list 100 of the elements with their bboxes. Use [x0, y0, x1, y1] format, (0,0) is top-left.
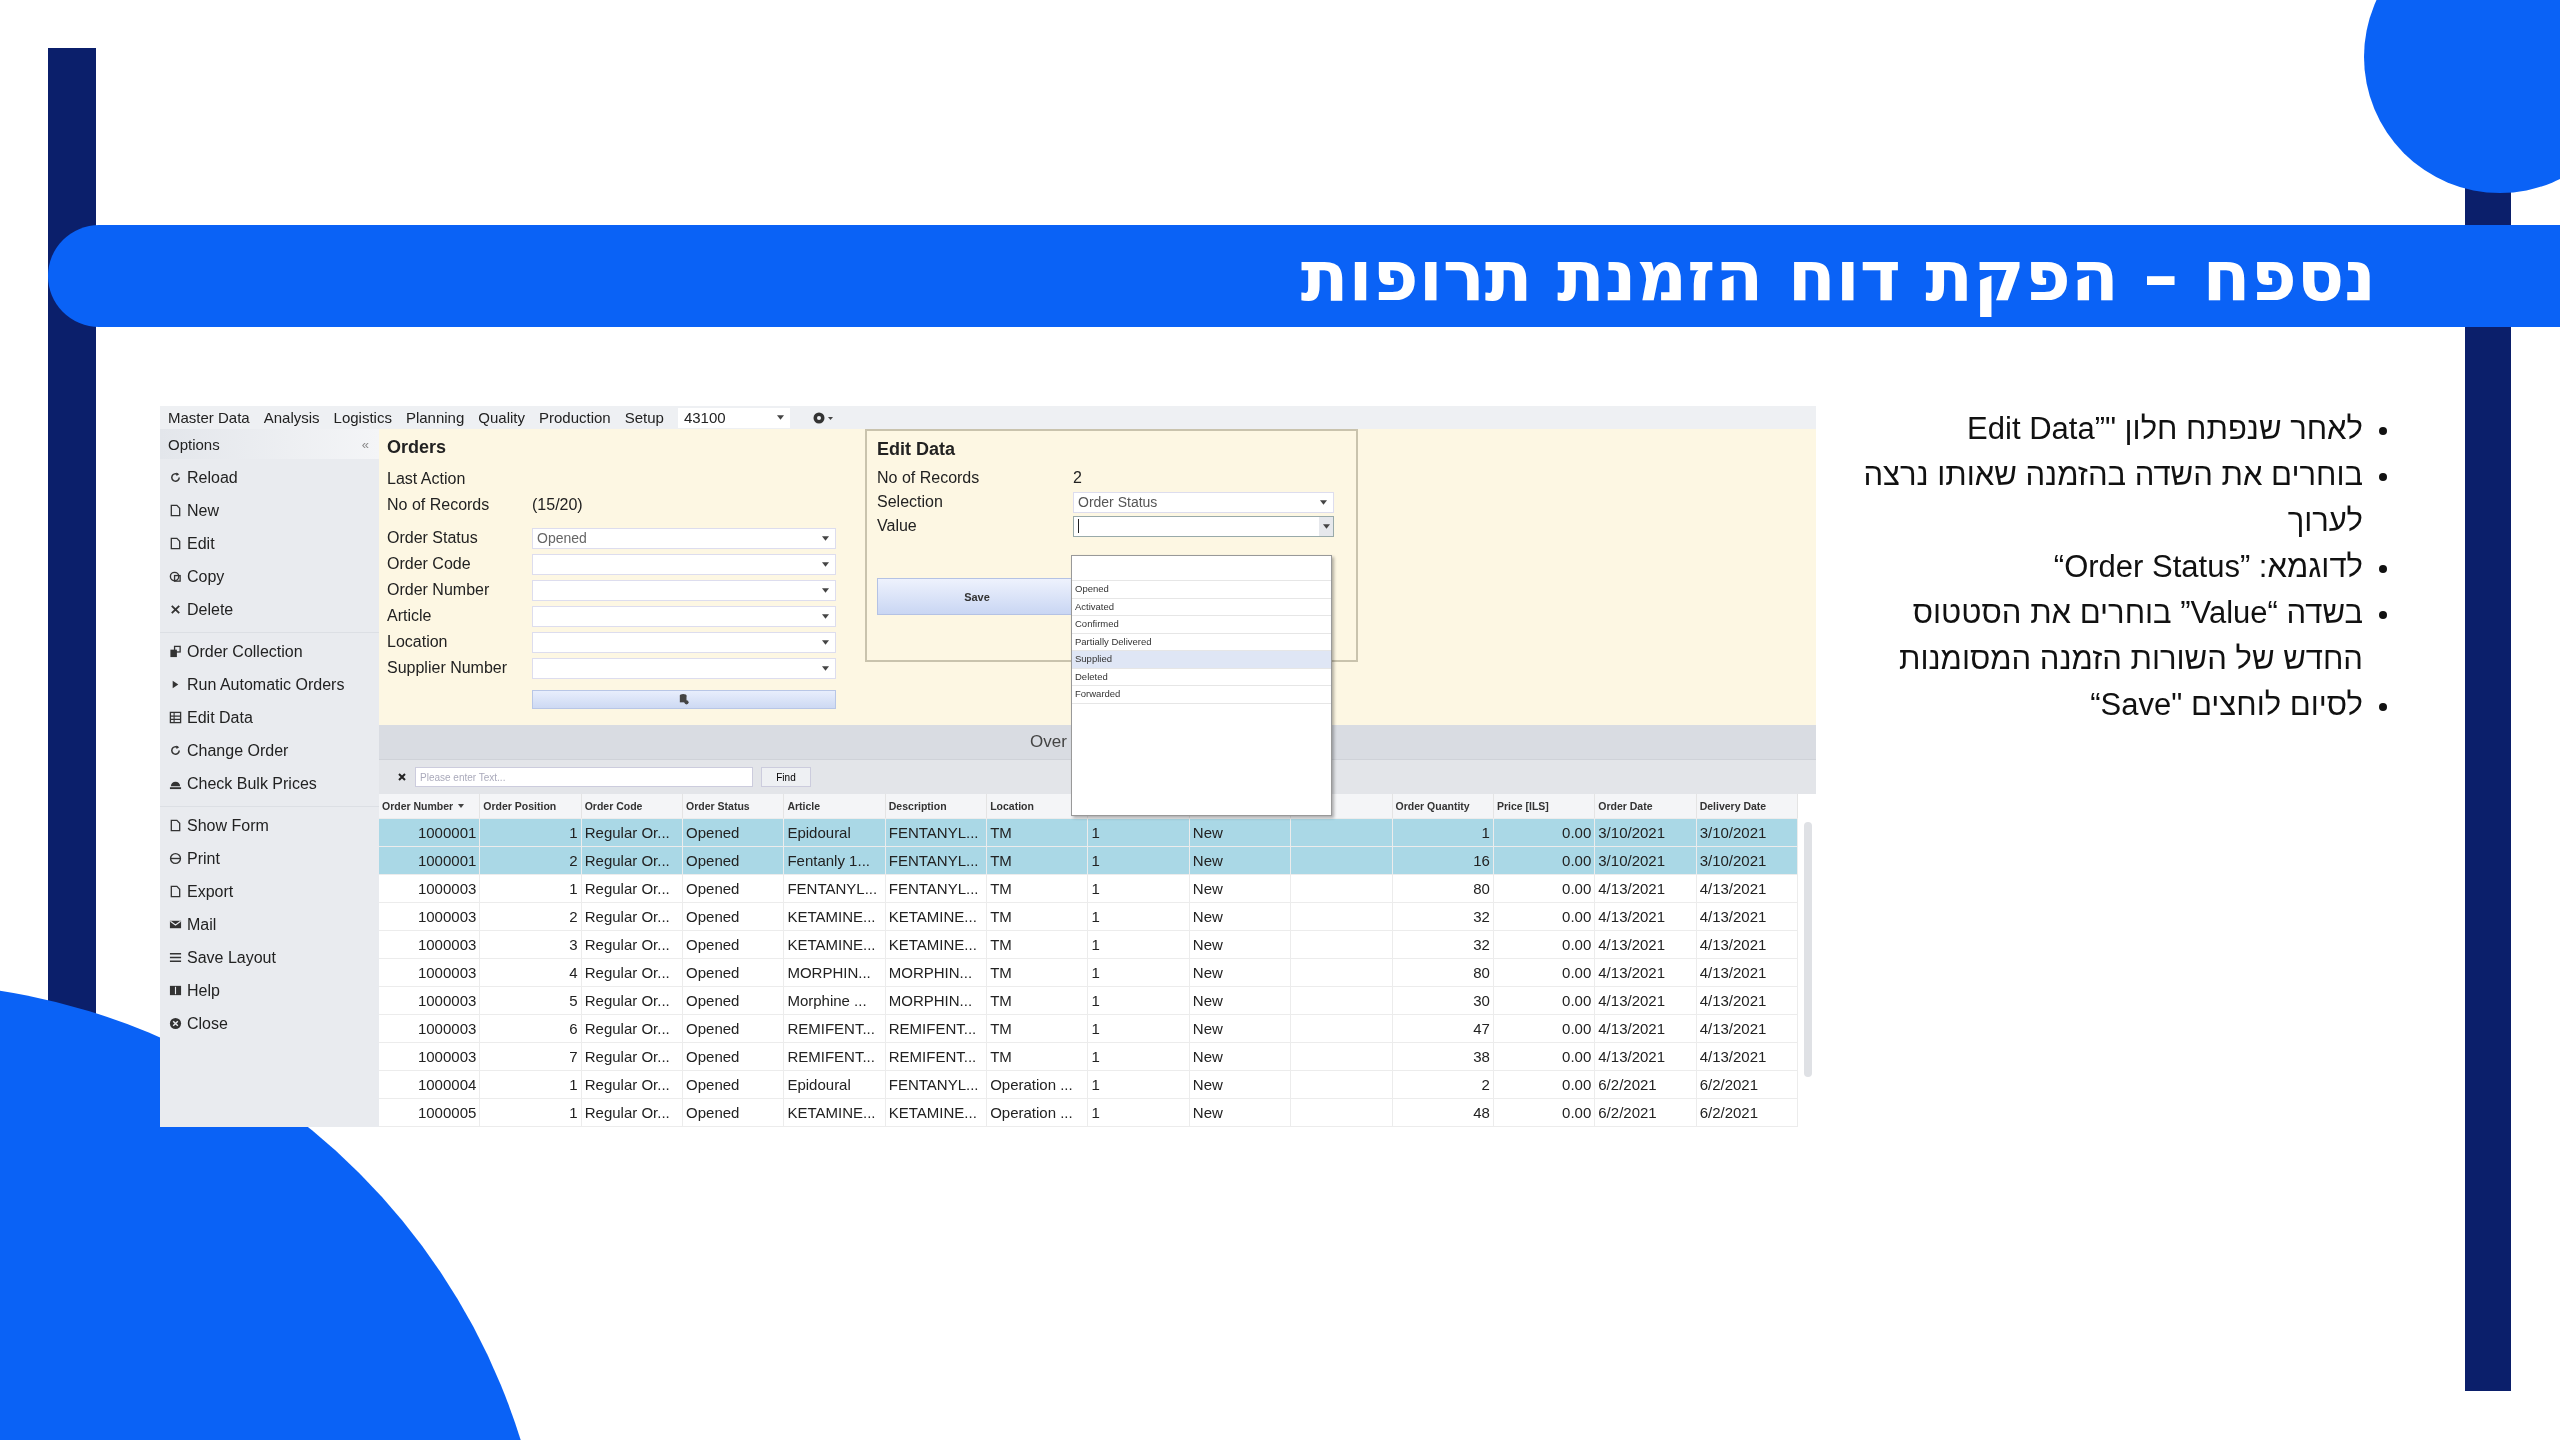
table-cell: Opened	[686, 1048, 740, 1065]
search-field[interactable]: Please enter Text...	[415, 767, 753, 788]
sidebar-item[interactable]: Show Form	[160, 809, 379, 842]
sidebar-item[interactable]: Order Collection	[160, 635, 379, 668]
menu-item[interactable]: Quality	[478, 409, 525, 426]
overview-title: Over	[1030, 732, 1067, 753]
column-header[interactable]: Order Code	[581, 794, 684, 818]
sidebar-item[interactable]: Export	[160, 875, 379, 908]
sidebar-item[interactable]: Close	[160, 1007, 379, 1040]
table-cell: 1000003	[417, 908, 477, 925]
table-row[interactable]: 1000003 2 Regular Or... Opened KETAMINE... KETAMINE... TM 1 New 32 0.00 4/13/2021 4/13/2021	[379, 903, 1798, 931]
table-cell: 1	[1481, 824, 1490, 841]
dropdown-field[interactable]	[1073, 515, 1334, 537]
table-row[interactable]: 1000005 1 Regular Or... Opened KETAMINE... KETAMINE... Operation ... 1 New 48 0.00 6/2/2021 6/2/2021	[379, 1099, 1798, 1127]
bullet-text: לאחר שנפתח חלון "”Edit Data	[1966, 410, 2363, 448]
table-cell: 0.00	[1562, 936, 1592, 953]
dropdown-option[interactable]: Deleted	[1072, 668, 1331, 686]
table-cell: TM	[990, 936, 1012, 953]
table-cell: Operation ...	[990, 1076, 1073, 1093]
menu-item[interactable]: Production	[539, 409, 611, 426]
clear-icon[interactable]	[397, 772, 407, 783]
sidebar-item[interactable]: Mail	[160, 908, 379, 941]
table-cell: Epidoural	[787, 824, 851, 841]
find-button[interactable]: Find	[761, 767, 811, 788]
table-row[interactable]: 1000003 5 Regular Or... Opened Morphine ... MORPHIN... TM 1 New 30 0.00 4/13/2021 4/13/2021	[379, 987, 1798, 1015]
bullet-text: בשדה “Value” בוחרים את הסטטוס החדש של השורות הזמנה המסומנות	[1898, 594, 2363, 678]
table-cell: 0.00	[1562, 1076, 1592, 1093]
dropdown-option[interactable]: Supplied	[1072, 651, 1331, 669]
table-row[interactable]: 1000003 7 Regular Or... Opened REMIFENT... REMIFENT... TM 1 New 38 0.00 4/13/2021 4/13/2021	[379, 1043, 1798, 1071]
dropdown-field[interactable]: Opened	[532, 527, 836, 549]
combo-box[interactable]: 43100	[677, 407, 790, 428]
table-cell: 1000005	[417, 1104, 477, 1121]
table-cell: TM	[990, 1020, 1012, 1037]
menu-item[interactable]: Analysis	[263, 409, 320, 426]
gear-icon[interactable]	[811, 410, 834, 425]
sidebar-item[interactable]: Copy	[160, 560, 379, 593]
table-row[interactable]: 1000003 4 Regular Or... Opened MORPHIN... MORPHIN... TM 1 New 80 0.00 4/13/2021 4/13/2021	[379, 959, 1798, 987]
column-header[interactable]: Order Date	[1595, 794, 1697, 818]
sidebar-item[interactable]: New	[160, 494, 379, 527]
sidebar-item[interactable]: Change Order	[160, 734, 379, 767]
table-row[interactable]: 1000004 1 Regular Or... Opened Epidoural FENTANYL... Operation ... 1 New 2 0.00 6/2/2021 6/2/2021	[379, 1071, 1798, 1099]
caret-icon	[822, 665, 829, 671]
table-cell: 4/13/2021	[1598, 1020, 1665, 1037]
sidebar-item[interactable]: Help	[160, 974, 379, 1007]
table-cell: 4/13/2021	[1699, 1020, 1767, 1037]
table-cell: New	[1192, 992, 1223, 1009]
reload-icon	[169, 744, 182, 757]
sidebar-item[interactable]: Delete	[160, 593, 379, 626]
table-cell: Regular Or...	[584, 1020, 670, 1037]
menu-item[interactable]: Logistics	[333, 409, 392, 426]
sidebar-item[interactable]: Save Layout	[160, 941, 379, 974]
table-cell: 3	[569, 936, 578, 953]
table-cell: 4/13/2021	[1598, 908, 1665, 925]
sidebar-item[interactable]: Print	[160, 842, 379, 875]
dropdown-option[interactable]: Opened	[1072, 581, 1331, 599]
sidebar-item[interactable]: Edit	[160, 527, 379, 560]
table-cell: 2	[569, 852, 578, 869]
table-cell: TM	[990, 992, 1012, 1009]
column-header[interactable]: Article	[784, 794, 886, 818]
list-icon	[169, 951, 182, 964]
table-row[interactable]: 1000001 2 Regular Or... Opened Fentanly 1... FENTANYL... TM 1 New 16 0.00 3/10/2021 3/10/2021	[379, 847, 1798, 875]
field-label: Value	[877, 517, 918, 535]
table-cell: FENTANYL...	[787, 880, 878, 897]
table-cell: 4/13/2021	[1598, 1048, 1665, 1065]
table-row[interactable]: 1000003 6 Regular Or... Opened REMIFENT... REMIFENT... TM 1 New 47 0.00 4/13/2021 4/13/2021	[379, 1015, 1798, 1043]
dropdown-option[interactable]: Confirmed	[1072, 616, 1331, 634]
table-cell: 1000001	[417, 824, 477, 841]
scrollbar[interactable]	[1804, 822, 1812, 1077]
sidebar-item[interactable]: Run Automatic Orders	[160, 668, 379, 701]
menu-item[interactable]: Setup	[624, 409, 664, 426]
table-cell: 1	[1091, 992, 1100, 1009]
menu-item[interactable]: Master Data	[168, 409, 250, 426]
sidebar-item[interactable]: Check Bulk Prices	[160, 767, 379, 800]
sidebar-item[interactable]: Reload	[160, 461, 379, 494]
apply-button[interactable]	[532, 689, 836, 709]
table-row[interactable]: 1000003 1 Regular Or... Opened FENTANYL... FENTANYL... TM 1 New 80 0.00 4/13/2021 4/13/2021	[379, 875, 1798, 903]
dropdown-field[interactable]: Order Status	[1073, 491, 1334, 513]
field-label: Selection	[877, 493, 944, 511]
column-header[interactable]: Order Position	[480, 794, 582, 818]
sidebar-item[interactable]: Edit Data	[160, 701, 379, 734]
table-row[interactable]: 1000003 3 Regular Or... Opened KETAMINE... KETAMINE... TM 1 New 32 0.00 4/13/2021 4/13/2021	[379, 931, 1798, 959]
table-cell: TM	[990, 964, 1012, 981]
column-header[interactable]: Order Status	[683, 794, 785, 818]
copy-icon	[169, 570, 182, 583]
close-icon	[169, 1017, 182, 1030]
dropdown-option[interactable]: Forwarded	[1072, 686, 1331, 704]
dropdown-option[interactable]: Activated	[1072, 598, 1331, 616]
table-cell: REMIFENT...	[787, 1020, 875, 1037]
menu-item[interactable]: Planning	[405, 409, 465, 426]
table-row[interactable]: 1000001 1 Regular Or... Opened Epidoural FENTANYL... TM 1 New 1 0.00 3/10/2021 3/10/2021	[379, 819, 1798, 847]
caret-icon	[822, 535, 829, 541]
column-header[interactable]: Order Quantity	[1392, 794, 1494, 818]
table-cell: 30	[1473, 992, 1490, 1009]
column-header[interactable]: Description	[885, 794, 988, 818]
bullet-dot	[2379, 473, 2387, 481]
column-header[interactable]: Delivery Date	[1696, 794, 1798, 818]
column-header[interactable]: Price [ILS]	[1493, 794, 1596, 818]
column-header[interactable]: Order Number	[379, 794, 481, 818]
sort-icon	[458, 804, 465, 808]
record-count: 2	[1073, 469, 1082, 487]
